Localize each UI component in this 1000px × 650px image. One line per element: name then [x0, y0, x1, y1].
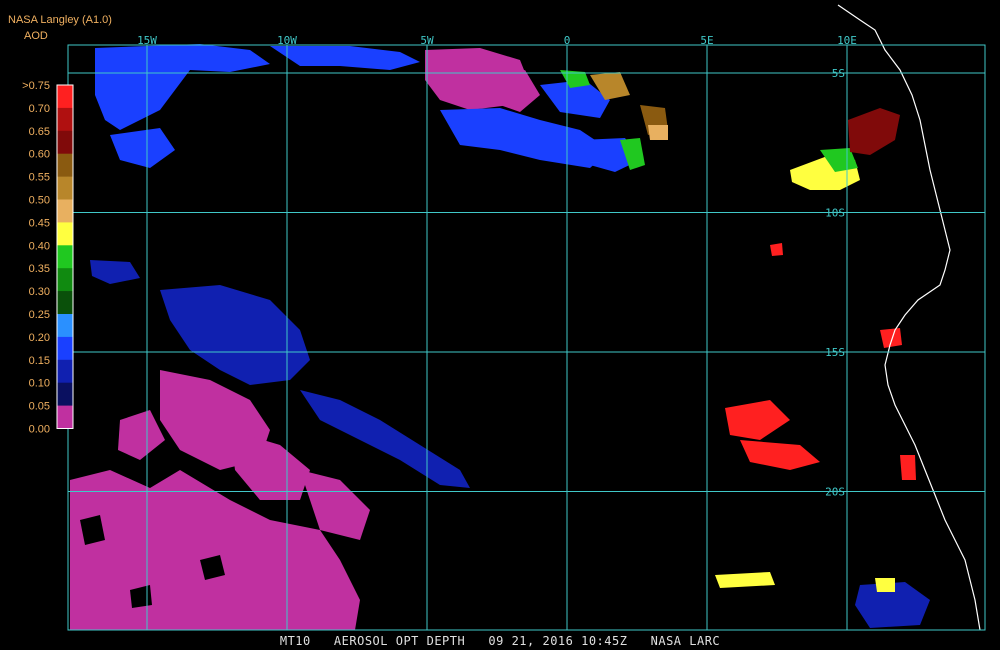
legend-tick-label: 0.40	[29, 240, 50, 252]
legend-tick-label: 0.70	[29, 103, 50, 115]
longitude-label: 5E	[700, 34, 713, 47]
legend-color-swatch	[57, 130, 73, 154]
longitude-label: 5W	[420, 34, 434, 47]
legend-color-swatch	[57, 268, 73, 292]
legend-tick-label: 0.30	[29, 286, 50, 298]
legend-color-swatch	[57, 153, 73, 177]
legend-color-swatch	[57, 222, 73, 246]
legend-tick-label: 0.45	[29, 217, 50, 229]
legend-color-swatch	[57, 382, 73, 406]
legend-color-swatch	[57, 199, 73, 223]
footer-caption: MT10 AEROSOL OPT DEPTH 09 21, 2016 10:45…	[279, 634, 721, 648]
legend-tick-label: 0.65	[29, 126, 50, 138]
longitude-label: 0	[564, 34, 571, 47]
aerosol-map: 15W 10W 5W 0 5E 10E 5S 10S 15S 20S >0.75 0.70 0.65…	[22, 4, 986, 631]
longitude-label: 10W	[277, 34, 297, 47]
latitude-label: 5S	[832, 67, 845, 80]
parameter-label: AOD	[24, 30, 48, 42]
color-legend: >0.75 0.70 0.65 0.60 0.55 0.50 0.45 0.40 0.35 0.3…	[22, 80, 74, 436]
latitude-labels: 5S 10S 15S 20S	[825, 67, 845, 499]
legend-tick-label: 0.50	[29, 195, 50, 207]
legend-color-swatch	[57, 291, 73, 315]
legend-tick-label: 0.20	[29, 332, 50, 344]
latitude-label: 10S	[825, 207, 845, 220]
legend-color-swatch	[57, 314, 73, 338]
legend-tick-label: 0.05	[29, 401, 50, 413]
legend-color-swatch	[57, 85, 73, 109]
legend-tick-label: 0.60	[29, 149, 50, 161]
legend-color-swatch	[57, 405, 73, 429]
legend-tick-label: 0.25	[29, 309, 50, 321]
product-title: NASA Langley (A1.0)	[8, 14, 112, 26]
aerosol-region-smoke-offshore-namibia	[725, 243, 916, 480]
legend-color-swatch	[57, 107, 73, 132]
legend-tick-label: >0.75	[22, 80, 50, 92]
longitude-label: 15W	[137, 34, 157, 47]
legend-tick-label: 0.55	[29, 172, 50, 184]
legend-color-swatch	[57, 245, 73, 269]
coastline	[837, 4, 981, 631]
legend-color-swatch	[57, 176, 73, 200]
legend-tick-label: 0.00	[29, 424, 50, 436]
longitude-label: 10E	[837, 34, 857, 47]
legend-color-swatch	[57, 336, 73, 361]
aerosol-optical-depth-field	[70, 44, 930, 630]
legend-tick-label: 0.10	[29, 378, 50, 390]
legend-color-swatch	[57, 359, 73, 383]
aerosol-region-ocean-low-northwest	[95, 44, 640, 172]
latitude-label: 15S	[825, 346, 845, 359]
legend-tick-label: 0.35	[29, 263, 50, 275]
legend-tick-label: 0.15	[29, 355, 50, 367]
latitude-label: 20S	[825, 486, 845, 499]
